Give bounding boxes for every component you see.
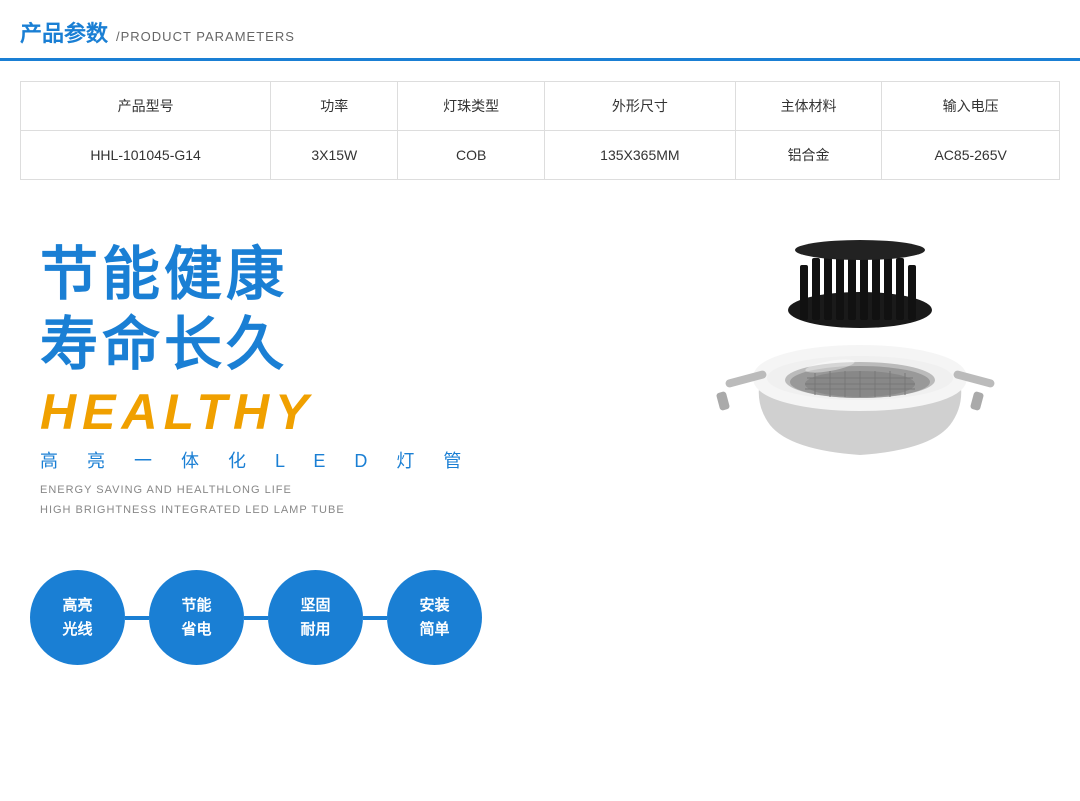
badge-line2: 耐用 <box>300 618 330 642</box>
table-row: HHL-101045-G143X15WCOB135X365MM铝合金AC85-2… <box>21 131 1060 180</box>
banner-section: 节能健康 寿命长久 HEALTHY 高 亮 一 体 化 L E D 灯 管 EN… <box>0 190 1080 550</box>
banner-main-zh-line2: 寿命长久 <box>40 310 660 380</box>
product-lamp-image <box>700 230 1020 510</box>
page-header: 产品参数 /PRODUCT PARAMETERS <box>0 0 1080 61</box>
feature-badge: 节能省电 <box>149 570 244 665</box>
table-cell: COB <box>398 131 544 180</box>
badge-line1: 坚固 <box>300 594 330 618</box>
badges-row: 高亮光线节能省电坚固耐用安装简单 <box>30 570 482 665</box>
banner-main-zh-line1: 节能健康 <box>40 240 660 310</box>
banner-healthy: HEALTHY <box>40 383 660 441</box>
table-cell: 3X15W <box>271 131 398 180</box>
col-header-power: 功率 <box>271 82 398 131</box>
badge-connector <box>363 616 387 620</box>
badge-line2: 光线 <box>62 618 92 642</box>
badge-line2: 省电 <box>181 618 211 642</box>
banner-text: 节能健康 寿命长久 HEALTHY 高 亮 一 体 化 L E D 灯 管 EN… <box>40 230 660 521</box>
col-header-model: 产品型号 <box>21 82 271 131</box>
badge-connector <box>125 616 149 620</box>
feature-badge: 坚固耐用 <box>268 570 363 665</box>
banner-subtitle-en-line1: ENERGY SAVING AND HEALTHLONG LIFE HIGH B… <box>40 481 660 521</box>
col-header-material: 主体材料 <box>735 82 881 131</box>
table-cell: 135X365MM <box>544 131 735 180</box>
banner-subtitle-zh: 高 亮 一 体 化 L E D 灯 管 <box>40 447 660 473</box>
badges-section: 高亮光线节能省电坚固耐用安装简单 <box>0 550 1080 685</box>
header-title-zh: 产品参数 <box>20 16 108 48</box>
header-title-en: /PRODUCT PARAMETERS <box>116 29 295 44</box>
col-header-bulb-type: 灯珠类型 <box>398 82 544 131</box>
table-header-row: 产品型号 功率 灯珠类型 外形尺寸 主体材料 输入电压 <box>21 82 1060 131</box>
feature-badge: 高亮光线 <box>30 570 125 665</box>
badge-line2: 简单 <box>419 618 449 642</box>
table-cell: AC85-265V <box>882 131 1060 180</box>
badge-line1: 安装 <box>419 594 449 618</box>
feature-badge: 安装简单 <box>387 570 482 665</box>
col-header-size: 外形尺寸 <box>544 82 735 131</box>
params-table: 产品型号 功率 灯珠类型 外形尺寸 主体材料 输入电压 HHL-101045-G… <box>20 81 1060 180</box>
col-header-voltage: 输入电压 <box>882 82 1060 131</box>
badge-connector <box>244 616 268 620</box>
badge-line1: 节能 <box>181 594 211 618</box>
badge-line1: 高亮 <box>62 594 92 618</box>
table-cell: HHL-101045-G14 <box>21 131 271 180</box>
params-table-section: 产品型号 功率 灯珠类型 外形尺寸 主体材料 输入电压 HHL-101045-G… <box>0 61 1080 190</box>
table-cell: 铝合金 <box>735 131 881 180</box>
product-image-area <box>660 230 1060 510</box>
